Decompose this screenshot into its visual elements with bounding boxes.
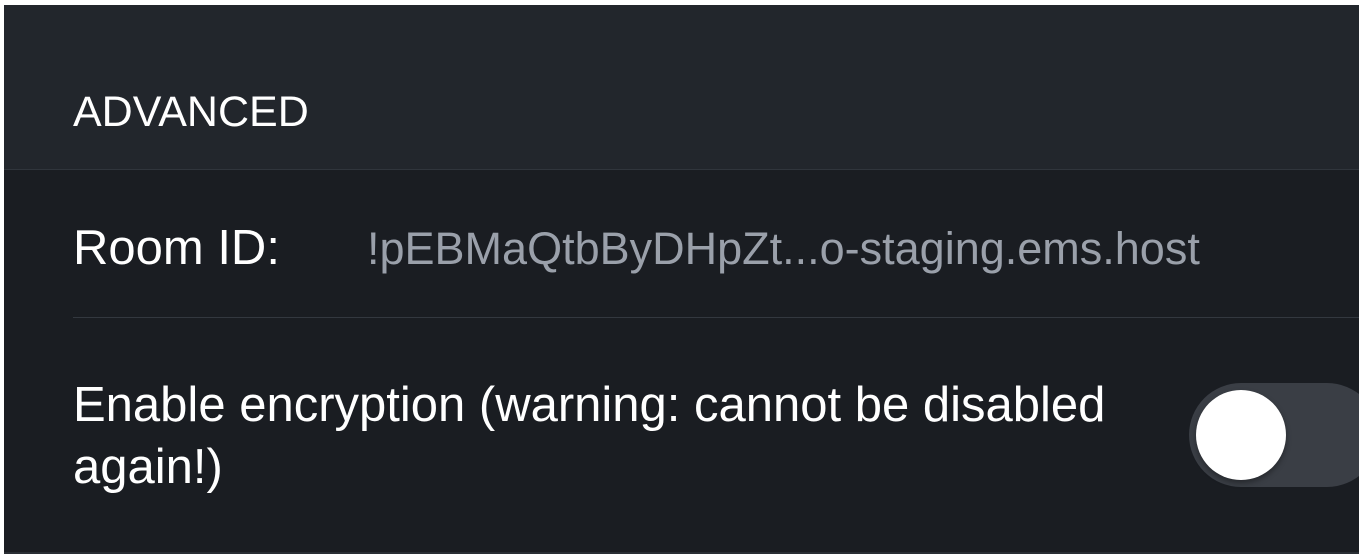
encryption-toggle[interactable] <box>1189 383 1359 487</box>
encryption-label: Enable encryption (warning: cannot be di… <box>73 378 1106 494</box>
settings-screen: ADVANCED Room ID: !pEBMaQtbByDHpZt...o-s… <box>4 5 1359 554</box>
section-header: ADVANCED <box>4 5 1359 170</box>
toggle-knob <box>1196 390 1286 480</box>
room-id-value[interactable]: !pEBMaQtbByDHpZt...o-staging.ems.host <box>367 222 1200 276</box>
room-id-row[interactable]: Room ID: !pEBMaQtbByDHpZt...o-staging.em… <box>4 170 1359 317</box>
encryption-row: Enable encryption (warning: cannot be di… <box>4 318 1359 554</box>
section-title: ADVANCED <box>73 88 309 136</box>
settings-group: Room ID: !pEBMaQtbByDHpZt...o-staging.em… <box>4 170 1359 554</box>
room-id-label: Room ID: <box>73 221 280 275</box>
